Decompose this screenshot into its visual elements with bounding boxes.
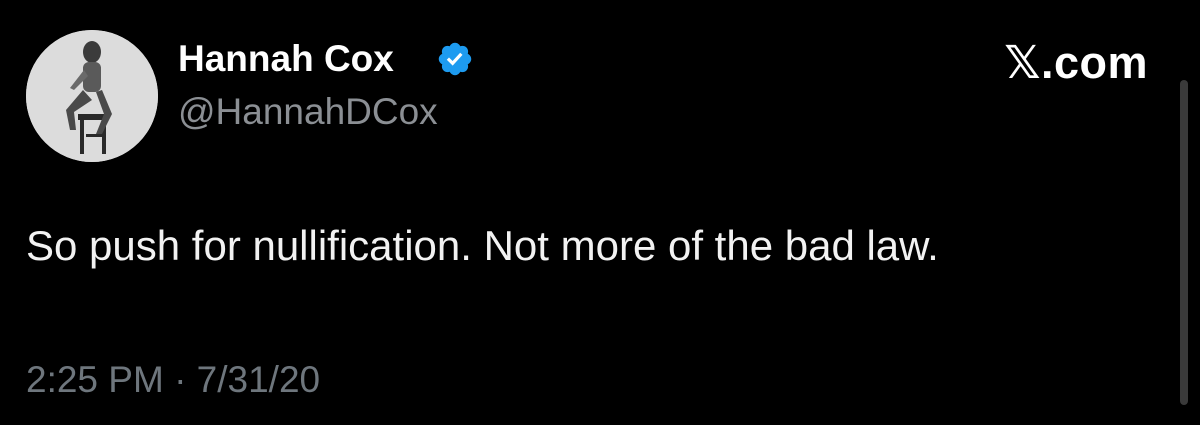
x-logo-brand: 𝕏.com — [1004, 37, 1148, 88]
tweet-card: Hannah Cox @HannahDCox 𝕏.com So push for… — [0, 0, 1200, 425]
user-handle[interactable]: @HannahDCox — [178, 91, 438, 133]
avatar-photo — [26, 30, 158, 162]
verified-badge-icon — [438, 42, 472, 76]
avatar[interactable] — [26, 30, 158, 162]
scrollbar[interactable] — [1180, 80, 1188, 405]
tweet-text: So push for nullification. Not more of t… — [26, 222, 939, 269]
tweet-timestamp[interactable]: 2:25 PM · 7/31/20 — [26, 359, 320, 401]
display-name[interactable]: Hannah Cox — [178, 38, 394, 80]
